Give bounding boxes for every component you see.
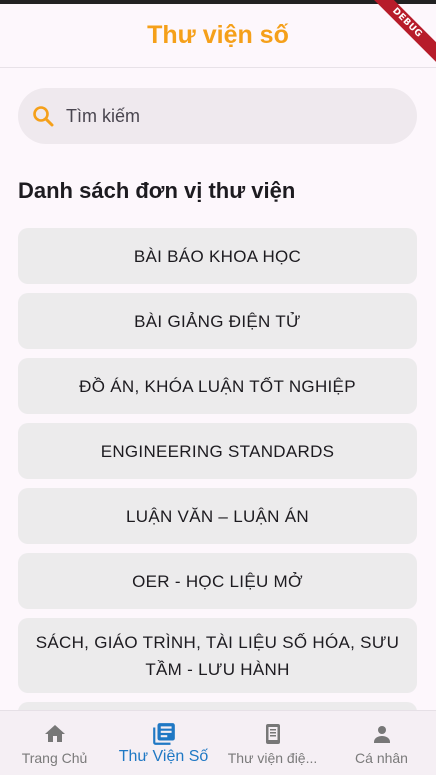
screen: Thư viện số DEBUG Danh sách đơn vị thư v… [0,0,436,775]
nav-item-ebook[interactable]: Thư viện điệ... [218,711,327,775]
nav-label: Thư Viện Số [118,748,209,765]
category-item[interactable]: LUẬN VĂN – LUẬN ÁN [18,488,417,544]
ebook-reader-icon [260,721,286,747]
nav-item-profile[interactable]: Cá nhân [327,711,436,775]
person-icon [369,721,395,747]
nav-label: Trang Chủ [21,750,88,766]
bottom-navigation: Trang Chủ Thư Viện Số Thư viện điệ... Cá… [0,710,436,775]
app-bar: Thư viện số [0,4,436,68]
nav-item-library[interactable]: Thư Viện Số [109,711,218,775]
section-title: Danh sách đơn vị thư viện [18,178,296,203]
category-item[interactable]: ENGINEERING STANDARDS [18,423,417,479]
nav-label: Thư viện điệ... [227,750,318,766]
category-item[interactable]: BÀI BÁO KHOA HỌC [18,228,417,284]
library-books-icon [151,721,177,747]
home-icon [42,721,68,747]
search-icon[interactable] [30,103,56,129]
category-item[interactable]: ĐỒ ÁN, KHÓA LUẬN TỐT NGHIỆP [18,358,417,414]
category-item-partial[interactable] [18,702,417,710]
page-title: Thư viện số [147,21,289,49]
nav-label: Cá nhân [355,750,408,766]
search-input[interactable] [66,105,386,127]
category-item[interactable]: SÁCH, GIÁO TRÌNH, TÀI LIỆU SỐ HÓA, SƯU T… [18,618,417,693]
category-item[interactable]: BÀI GIẢNG ĐIỆN TỬ [18,293,417,349]
category-list[interactable]: BÀI BÁO KHOA HỌC BÀI GIẢNG ĐIỆN TỬ ĐỒ ÁN… [18,228,417,710]
nav-item-home[interactable]: Trang Chủ [0,711,109,775]
category-item[interactable]: OER - HỌC LIỆU MỞ [18,553,417,609]
search-bar[interactable] [18,88,417,144]
